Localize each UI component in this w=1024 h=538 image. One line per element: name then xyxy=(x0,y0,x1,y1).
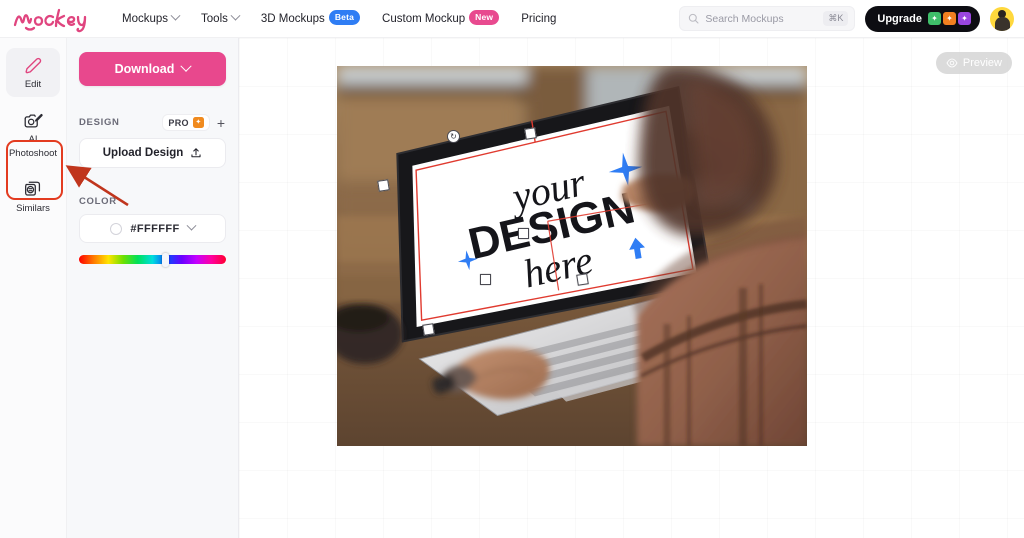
download-button[interactable]: Download xyxy=(79,52,226,86)
nav-label: Custom Mockup xyxy=(382,12,466,25)
hue-gradient-track xyxy=(79,255,226,264)
rail-item-label-line1: AI xyxy=(28,133,38,145)
nav-item-tools[interactable]: Tools xyxy=(201,10,241,25)
nav-item-custom-mockup[interactable]: Custom Mockup New xyxy=(382,10,500,26)
design-actions: PRO ✦ + xyxy=(162,114,226,131)
mid-handle-bottom[interactable] xyxy=(480,274,491,285)
search-icon xyxy=(689,13,699,24)
corner-handle-top-left[interactable] xyxy=(377,179,390,192)
beta-badge: Beta xyxy=(328,10,361,25)
upload-icon xyxy=(191,148,201,158)
editor-body: Edit AI Photoshoot Similars Download DES… xyxy=(0,38,1024,538)
chevron-down-icon xyxy=(180,60,193,72)
pro-label: PRO xyxy=(168,117,189,128)
color-picker-button[interactable]: #FFFFFF xyxy=(79,214,226,243)
top-header: Mockups Tools 3D Mockups Beta Custom Moc… xyxy=(0,0,1024,38)
download-label: Download xyxy=(114,62,175,76)
avatar[interactable] xyxy=(990,6,1014,31)
search-placeholder: Search Mockups xyxy=(705,12,784,25)
new-badge: New xyxy=(469,10,500,25)
sparkle-green-icon: ✦ xyxy=(928,12,941,25)
similars-icon xyxy=(25,181,41,196)
mid-handle-right[interactable] xyxy=(518,228,529,239)
sparkle-orange-icon: ✦ xyxy=(192,117,204,128)
design-section-title: DESIGN xyxy=(79,117,120,128)
chevron-down-icon xyxy=(170,10,181,21)
logo-wordmark xyxy=(13,8,87,32)
corner-handle-bottom-left[interactable] xyxy=(422,323,435,336)
pro-badge-button[interactable]: PRO ✦ xyxy=(162,114,210,131)
search-input[interactable]: Search Mockups ⌘K xyxy=(679,6,856,31)
nav-label: Mockups xyxy=(122,12,169,25)
nav-item-mockups[interactable]: Mockups xyxy=(122,10,181,25)
chevron-down-icon xyxy=(186,220,197,231)
upgrade-icon-group: ✦ ✦ ✦ xyxy=(928,12,971,25)
add-design-button[interactable]: + xyxy=(216,116,226,130)
mockey-editor-app: Mockups Tools 3D Mockups Beta Custom Moc… xyxy=(0,0,1024,538)
nav-label: Pricing xyxy=(521,12,557,25)
upload-design-button[interactable]: Upload Design xyxy=(79,138,226,168)
upgrade-label: Upgrade xyxy=(877,12,922,25)
nav-item-3d-mockups[interactable]: 3D Mockups Beta xyxy=(260,10,361,26)
tool-rail: Edit AI Photoshoot Similars xyxy=(0,38,67,538)
rail-item-label-line2: Photoshoot xyxy=(8,147,58,159)
upgrade-button[interactable]: Upgrade ✦ ✦ ✦ xyxy=(865,5,980,32)
color-circle-icon xyxy=(110,222,123,235)
main-nav: Mockups Tools 3D Mockups Beta Custom Moc… xyxy=(122,10,556,26)
avatar-body xyxy=(994,16,1010,31)
rail-item-ai-photoshoot[interactable]: AI Photoshoot xyxy=(6,103,60,166)
mockup-image[interactable]: your DESIGN here xyxy=(337,66,807,446)
rail-item-edit[interactable]: Edit xyxy=(6,48,60,97)
preview-button[interactable]: Preview xyxy=(935,52,1012,74)
corner-handle-top-right[interactable] xyxy=(524,127,537,140)
header-right-group: Search Mockups ⌘K Upgrade ✦ ✦ ✦ xyxy=(679,5,1024,32)
rail-item-label: Similars xyxy=(16,202,50,214)
search-shortcut-badge: ⌘K xyxy=(823,11,849,26)
nav-item-pricing[interactable]: Pricing xyxy=(521,13,556,25)
color-hex-value: #FFFFFF xyxy=(130,222,180,235)
sparkle-purple-icon: ✦ xyxy=(958,12,971,25)
color-section-title: COLOR xyxy=(79,196,117,207)
rail-item-similars[interactable]: Similars xyxy=(6,172,60,221)
chevron-down-icon xyxy=(230,10,241,21)
ai-camera-icon xyxy=(24,113,43,128)
corner-handle-bottom-right[interactable] xyxy=(576,273,589,286)
properties-panel: Download DESIGN PRO ✦ + Upload Design CO… xyxy=(67,38,239,538)
pencil-icon xyxy=(25,57,42,74)
upload-design-label: Upload Design xyxy=(102,147,184,159)
mockup-canvas[interactable]: your DESIGN here ↻ Preview xyxy=(239,38,1024,538)
preview-label: Preview xyxy=(962,57,1002,69)
hue-slider-handle[interactable] xyxy=(162,253,170,267)
mockey-logo[interactable] xyxy=(0,5,110,33)
rotate-handle[interactable]: ↻ xyxy=(447,130,460,143)
rail-item-label: Edit xyxy=(24,79,42,90)
design-section-header: DESIGN PRO ✦ + xyxy=(79,114,226,131)
nav-label: 3D Mockups xyxy=(260,12,325,25)
color-section-header: COLOR xyxy=(79,196,226,207)
mockup-scene: your DESIGN here xyxy=(337,66,807,446)
nav-label: Tools xyxy=(201,12,228,25)
eye-icon xyxy=(946,58,958,68)
sparkle-orange-icon: ✦ xyxy=(943,12,956,25)
hue-slider[interactable] xyxy=(79,253,226,267)
